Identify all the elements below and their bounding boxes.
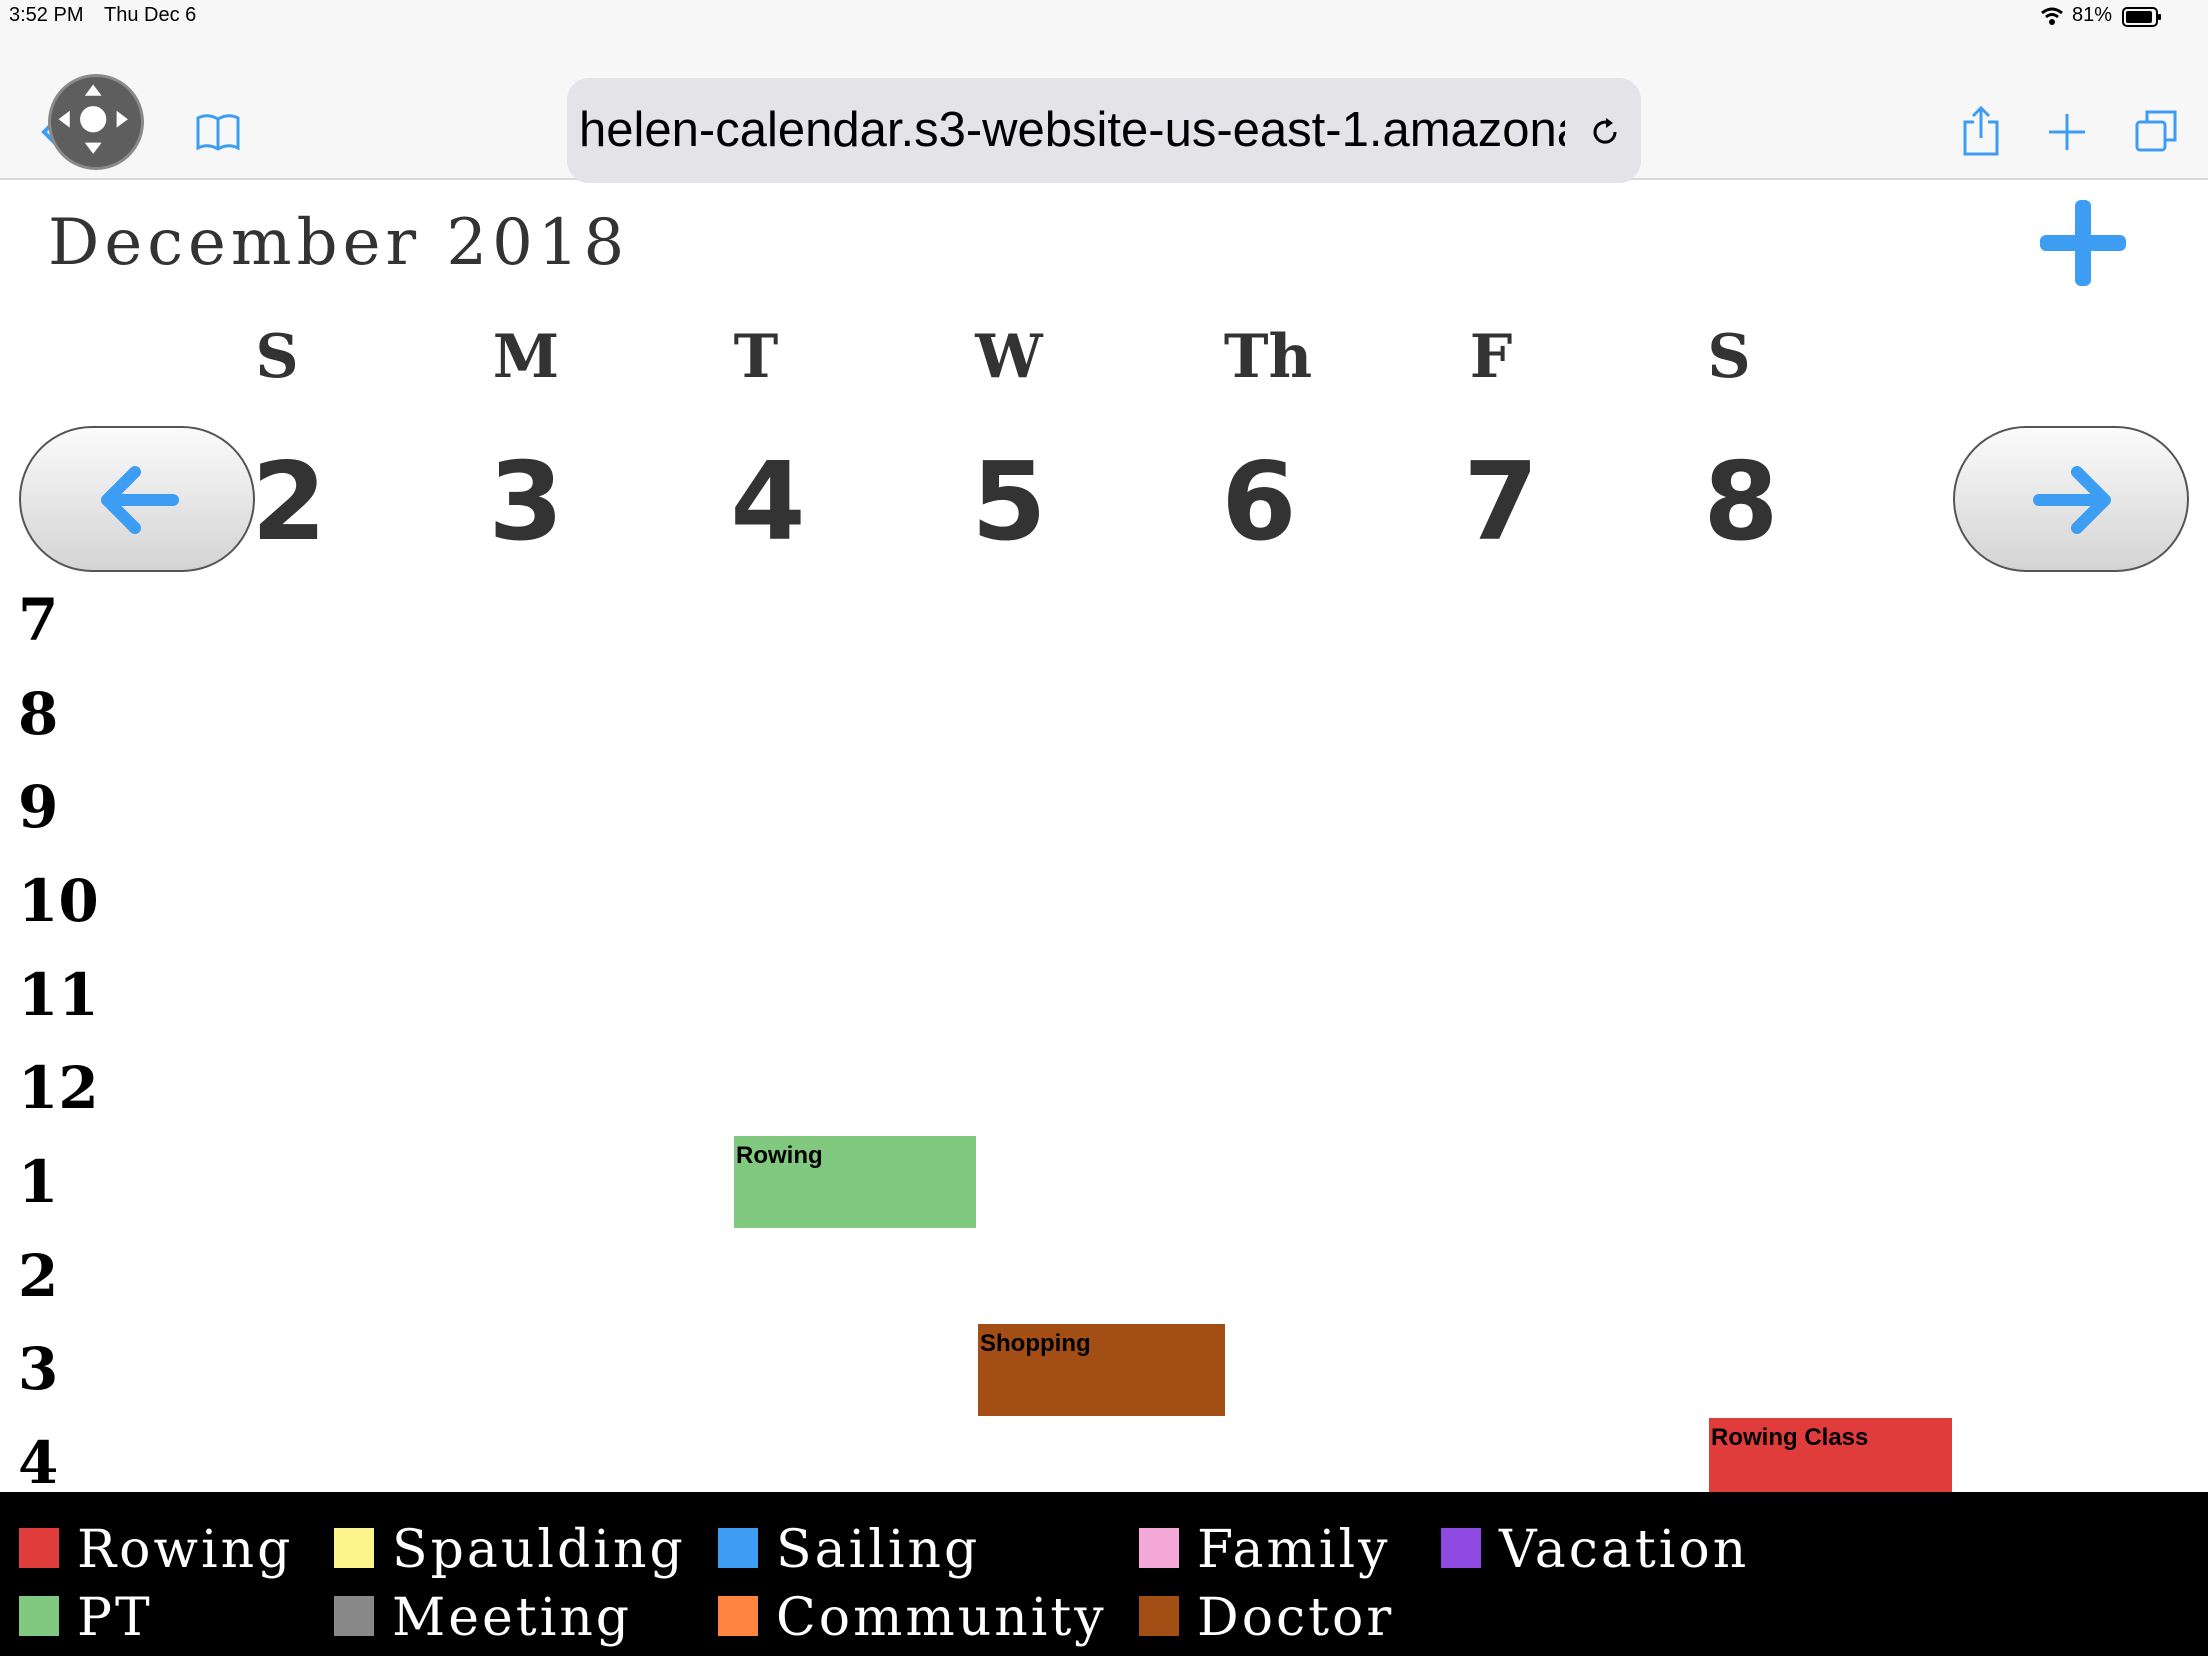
legend-swatch <box>1139 1596 1179 1636</box>
hour-label: 8 <box>18 680 59 748</box>
date-wednesday[interactable]: 5 <box>909 440 1109 565</box>
event-rowing-class[interactable]: Rowing Class <box>1709 1418 1952 1492</box>
legend-label: Spaulding <box>392 1520 686 1580</box>
date-friday[interactable]: 7 <box>1401 440 1601 565</box>
legend-swatch <box>718 1596 758 1636</box>
reload-icon[interactable] <box>1589 116 1621 148</box>
date-saturday[interactable]: 8 <box>1641 440 1841 565</box>
add-event-button[interactable] <box>2040 198 2126 288</box>
legend-label: PT <box>77 1588 153 1648</box>
battery-percentage: 81% <box>2072 4 2113 26</box>
status-bar: 3:52 PM Thu Dec 6 81% <box>0 0 2208 34</box>
legend-label: Community <box>776 1588 1107 1648</box>
weekday-saturday: S <box>1707 322 1751 392</box>
legend-swatch <box>334 1596 374 1636</box>
legend-swatch <box>334 1528 374 1568</box>
wifi-icon <box>2041 7 2063 25</box>
hour-label: 4 <box>18 1429 59 1497</box>
next-week-button[interactable] <box>1953 426 2189 572</box>
address-bar[interactable]: helen-calendar.s3-website-us-east-1.amaz… <box>567 78 1641 183</box>
legend-label: Sailing <box>776 1520 981 1580</box>
date-monday[interactable]: 3 <box>426 440 626 565</box>
status-date: Thu Dec 6 <box>104 4 197 26</box>
hour-label: 3 <box>18 1335 59 1403</box>
date-thursday[interactable]: 6 <box>1159 440 1359 565</box>
weekday-monday: M <box>492 322 560 392</box>
assistive-touch-icon[interactable] <box>48 74 144 170</box>
arrow-left-icon <box>101 466 179 534</box>
tabs-icon[interactable] <box>2135 110 2177 152</box>
legend-swatch <box>1441 1528 1481 1568</box>
legend-swatch <box>19 1528 59 1568</box>
legend-label: Meeting <box>392 1588 633 1648</box>
legend-swatch <box>19 1596 59 1636</box>
share-icon[interactable] <box>1962 106 2000 156</box>
legend-swatch <box>718 1528 758 1568</box>
month-title: December 2018 <box>48 206 630 280</box>
event-rowing[interactable]: Rowing <box>734 1136 976 1228</box>
weekday-sunday: S <box>255 322 299 392</box>
battery-icon <box>2122 7 2161 27</box>
prev-week-button[interactable] <box>19 426 255 572</box>
legend-label: Doctor <box>1197 1588 1395 1648</box>
legend-label: Vacation <box>1499 1520 1750 1580</box>
hour-label: 1 <box>18 1148 59 1216</box>
plus-icon[interactable] <box>2047 112 2087 152</box>
category-legend: Rowing Spaulding Sailing Family Vacation… <box>0 1492 2208 1656</box>
hour-label: 10 <box>18 867 99 935</box>
url-text: helen-calendar.s3-website-us-east-1.amaz… <box>579 103 1565 157</box>
hour-label: 2 <box>18 1242 59 1310</box>
legend-label: Family <box>1197 1520 1391 1580</box>
status-time: 3:52 PM <box>9 4 84 26</box>
hour-label: 7 <box>18 586 59 654</box>
event-shopping[interactable]: Shopping <box>978 1324 1225 1416</box>
hour-label: 11 <box>18 961 99 1029</box>
hour-label: 12 <box>18 1054 99 1122</box>
arrow-right-icon <box>2033 466 2111 534</box>
date-tuesday[interactable]: 4 <box>668 440 868 565</box>
weekday-thursday: Th <box>1223 322 1313 392</box>
hour-label: 9 <box>18 773 59 841</box>
weekday-wednesday: W <box>975 322 1043 392</box>
book-icon[interactable] <box>196 112 240 152</box>
weekday-tuesday: T <box>733 322 779 392</box>
legend-swatch <box>1139 1528 1179 1568</box>
legend-label: Rowing <box>77 1520 294 1580</box>
weekday-friday: F <box>1469 322 1513 392</box>
browser-toolbar: helen-calendar.s3-website-us-east-1.amaz… <box>0 34 2208 183</box>
